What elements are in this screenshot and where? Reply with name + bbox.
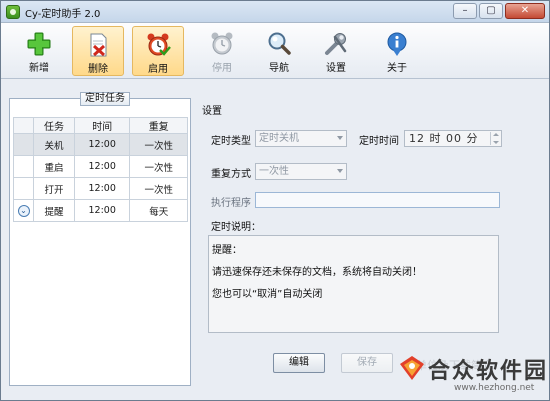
settings-title: 设置 xyxy=(202,106,222,117)
table-row[interactable]: 重启 12:00 一次性 xyxy=(13,155,188,178)
timer-type-label: 定时类型 xyxy=(211,136,251,147)
toolbar: 新增 删除 启用 停用 导航 设置 关于 xyxy=(1,23,549,79)
task-list-panel: 定时任务 任务 时间 重复 关机 12:00 一次性 重启 12:00 一次性 … xyxy=(9,92,191,386)
chevron-down-icon xyxy=(337,136,343,140)
program-input[interactable] xyxy=(255,192,500,208)
timer-type-select[interactable]: 定时关机 xyxy=(255,130,347,147)
cell-repeat: 每天 xyxy=(129,199,188,222)
delete-doc-icon xyxy=(90,33,107,57)
magnifier-icon xyxy=(268,32,291,55)
settings-button[interactable]: 设置 xyxy=(310,26,362,76)
row-selector: ⌄ xyxy=(13,199,34,222)
info-icon xyxy=(387,32,407,56)
description-label: 定时说明： xyxy=(211,222,261,233)
repeat-label: 重复方式 xyxy=(211,169,251,180)
window-title: Cy-定时助手 2.0 xyxy=(25,9,101,20)
time-spinner-icon[interactable] xyxy=(490,132,500,145)
select-column-header xyxy=(13,117,34,134)
description-line: 您也可以“取消”自动关闭 xyxy=(212,289,323,300)
cell-task: 打开 xyxy=(33,177,75,200)
description-line: 请迅速保存还未保存的文档，系统将自动关闭！ xyxy=(212,267,422,278)
cell-task: 提醒 xyxy=(33,199,75,222)
cell-task: 关机 xyxy=(33,133,75,156)
timer-time-value: 12 时 00 分 xyxy=(409,132,479,145)
active-row-chevron-icon: ⌄ xyxy=(17,204,30,217)
delete-button-label: 删除 xyxy=(88,64,108,75)
column-header-repeat[interactable]: 重复 xyxy=(129,117,188,134)
watermark-title: 合众软件园 xyxy=(428,359,549,384)
cell-repeat: 一次性 xyxy=(129,155,188,178)
cell-task: 重启 xyxy=(33,155,75,178)
site-watermark: 单位及下载简介 合众软件园 www.hezhong.net xyxy=(396,352,548,399)
disable-button-label: 停用 xyxy=(212,63,232,74)
navigate-button[interactable]: 导航 xyxy=(253,26,305,76)
title-bar[interactable]: Cy-定时助手 2.0 – ▢ ✕ xyxy=(1,1,549,23)
row-selector xyxy=(13,155,34,178)
close-button[interactable]: ✕ xyxy=(505,3,545,19)
watermark-logo-icon xyxy=(400,356,424,380)
table-row[interactable]: 打开 12:00 一次性 xyxy=(13,177,188,200)
delete-button[interactable]: 删除 xyxy=(72,26,124,76)
cell-time: 12:00 xyxy=(73,133,131,156)
timer-time-picker[interactable]: 12 时 00 分 xyxy=(404,130,502,147)
row-selector xyxy=(13,133,34,156)
about-button[interactable]: 关于 xyxy=(371,26,423,76)
cell-repeat: 一次性 xyxy=(129,133,188,156)
disable-button[interactable]: 停用 xyxy=(196,26,248,76)
watermark-url: www.hezhong.net xyxy=(454,383,535,393)
description-textarea[interactable]: 提醒： 请迅速保存还未保存的文档，系统将自动关闭！ 您也可以“取消”自动关闭 xyxy=(208,235,499,333)
program-label: 执行程序 xyxy=(211,198,251,209)
settings-panel: 设置 定时类型 定时关机 定时时间 12 时 00 分 重复方式 一次性 执行程… xyxy=(199,98,543,386)
enable-button-label: 启用 xyxy=(148,64,168,75)
table-header-row: 任务 时间 重复 xyxy=(13,117,188,134)
wrench-icon xyxy=(325,33,347,55)
repeat-value: 一次性 xyxy=(259,166,289,177)
app-logo-icon xyxy=(6,5,20,19)
app-window: Cy-定时助手 2.0 – ▢ ✕ 新增 删除 启用 停用 导航 设置 关于 定… xyxy=(0,0,550,401)
alarm-clock-disabled-icon xyxy=(211,32,233,55)
enable-button[interactable]: 启用 xyxy=(132,26,184,76)
alarm-clock-icon xyxy=(147,33,171,56)
cell-time: 12:00 xyxy=(73,155,131,178)
cell-repeat: 一次性 xyxy=(129,177,188,200)
column-header-task[interactable]: 任务 xyxy=(33,117,75,134)
table-row[interactable]: ⌄ 提醒 12:00 每天 xyxy=(13,199,188,222)
task-table: 任务 时间 重复 关机 12:00 一次性 重启 12:00 一次性 打开 12… xyxy=(13,117,188,222)
description-line: 提醒： xyxy=(212,245,242,256)
cell-time: 12:00 xyxy=(73,199,131,222)
edit-button[interactable]: 编辑 xyxy=(273,353,325,373)
add-button[interactable]: 新增 xyxy=(13,26,65,76)
table-row[interactable]: 关机 12:00 一次性 xyxy=(13,133,188,156)
navigate-button-label: 导航 xyxy=(269,63,289,74)
timer-time-label: 定时时间 xyxy=(359,136,399,147)
cell-time: 12:00 xyxy=(73,177,131,200)
settings-button-label: 设置 xyxy=(326,63,346,74)
column-header-time[interactable]: 时间 xyxy=(73,117,131,134)
task-panel-caption: 定时任务 xyxy=(80,92,130,106)
about-button-label: 关于 xyxy=(387,63,407,74)
chevron-down-icon xyxy=(337,169,343,173)
repeat-select[interactable]: 一次性 xyxy=(255,163,347,180)
minimize-button[interactable]: – xyxy=(453,3,477,19)
plus-icon xyxy=(27,32,51,56)
add-button-label: 新增 xyxy=(29,63,49,74)
timer-type-value: 定时关机 xyxy=(259,133,299,144)
row-selector xyxy=(13,177,34,200)
maximize-button[interactable]: ▢ xyxy=(479,3,503,19)
save-button[interactable]: 保存 xyxy=(341,353,393,373)
